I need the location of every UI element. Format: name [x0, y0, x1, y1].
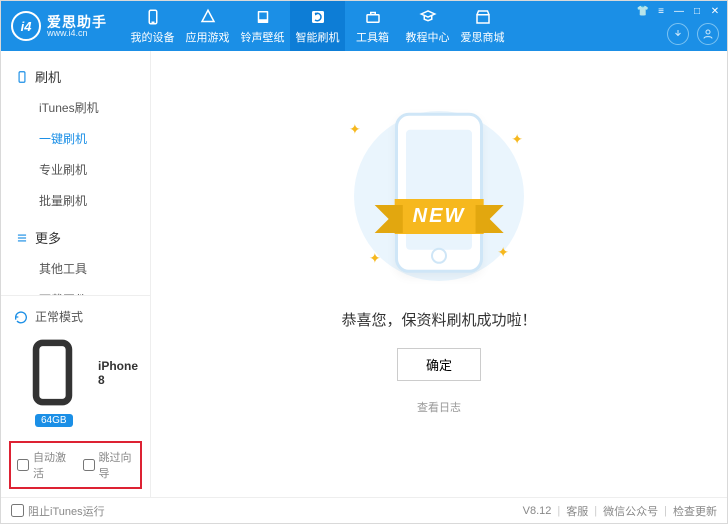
- window-controls: 👕 ≡ — □ ✕: [637, 5, 721, 17]
- tab-my-device[interactable]: 我的设备: [125, 1, 180, 51]
- sparkle-icon: ✦: [369, 250, 381, 267]
- menu-icon[interactable]: ≡: [655, 5, 667, 17]
- ribbon-text: NEW: [395, 199, 484, 234]
- success-message: 恭喜您，保资料刷机成功啦！: [341, 309, 536, 330]
- user-icon: [702, 28, 714, 40]
- tab-label: 我的设备: [131, 29, 175, 45]
- tab-ringtones[interactable]: 铃声壁纸: [235, 1, 290, 51]
- brand-name: 爱思助手: [47, 15, 107, 29]
- sidebar-group-title: 更多: [35, 228, 61, 247]
- tab-label: 智能刷机: [296, 29, 340, 45]
- tab-label: 教程中心: [406, 29, 450, 45]
- device-mode-label: 正常模式: [35, 308, 83, 325]
- checkbox-label: 阻止iTunes运行: [28, 503, 105, 519]
- checkbox-label: 跳过向导: [99, 449, 135, 481]
- sidebar: 刷机 iTunes刷机 一键刷机 专业刷机 批量刷机 更多 其他工具 下载固件 …: [1, 51, 151, 497]
- device-mode-row[interactable]: 正常模式: [13, 304, 138, 329]
- tab-toolbox[interactable]: 工具箱: [345, 1, 400, 51]
- status-bar: 阻止iTunes运行 V8.12 | 客服 | 微信公众号 | 检查更新: [1, 497, 727, 523]
- checkbox-input[interactable]: [11, 504, 24, 517]
- version-label: V8.12: [523, 505, 552, 517]
- tab-label: 工具箱: [356, 29, 389, 45]
- minimize-icon[interactable]: —: [673, 5, 685, 17]
- sidebar-item-batch-flash[interactable]: 批量刷机: [1, 185, 150, 216]
- sidebar-device-panel: 正常模式 iPhone 8 64GB: [1, 295, 150, 435]
- footer-link-support[interactable]: 客服: [566, 503, 588, 519]
- sidebar-item-itunes-flash[interactable]: iTunes刷机: [1, 92, 150, 123]
- apps-icon: [199, 8, 217, 26]
- tab-tutorials[interactable]: 教程中心: [400, 1, 455, 51]
- sparkle-icon: ✦: [497, 244, 509, 261]
- download-icon: [672, 28, 684, 40]
- brand-url: www.i4.cn: [47, 29, 107, 38]
- flash-icon: [309, 8, 327, 26]
- sidebar-group-title: 刷机: [35, 67, 61, 86]
- toolbox-icon: [364, 8, 382, 26]
- phone-illustration: [395, 113, 483, 273]
- sidebar-group-more: 更多 其他工具 下载固件 高级功能: [1, 222, 150, 295]
- sidebar-item-download-firmware[interactable]: 下载固件: [1, 284, 150, 295]
- tab-store[interactable]: 爱思商城: [455, 1, 510, 51]
- checkbox-skip-guide[interactable]: 跳过向导: [83, 449, 135, 481]
- sparkle-icon: ✦: [349, 121, 361, 138]
- close-icon[interactable]: ✕: [709, 5, 721, 17]
- ok-button[interactable]: 确定: [397, 348, 481, 381]
- maximize-icon[interactable]: □: [691, 5, 703, 17]
- account-button[interactable]: [697, 23, 719, 45]
- tab-label: 铃声壁纸: [241, 29, 285, 45]
- download-button[interactable]: [667, 23, 689, 45]
- tab-label: 应用游戏: [186, 29, 230, 45]
- tab-smart-flash[interactable]: 智能刷机: [290, 1, 345, 51]
- title-bar: i4 爱思助手 www.i4.cn 我的设备 应用游戏 铃声壁纸 智能刷机: [1, 1, 727, 51]
- more-icon: [15, 231, 29, 245]
- logo-icon: i4: [11, 11, 41, 41]
- view-log-link[interactable]: 查看日志: [417, 399, 461, 415]
- footer-link-wechat[interactable]: 微信公众号: [603, 503, 658, 519]
- checkbox-input[interactable]: [83, 459, 95, 471]
- device-name: iPhone 8: [98, 359, 138, 387]
- footer-link-update[interactable]: 检查更新: [673, 503, 717, 519]
- tab-label: 爱思商城: [461, 29, 505, 45]
- main-tabs: 我的设备 应用游戏 铃声壁纸 智能刷机 工具箱 教程中心: [125, 1, 510, 51]
- sidebar-item-pro-flash[interactable]: 专业刷机: [1, 154, 150, 185]
- new-ribbon: NEW: [395, 199, 484, 234]
- user-controls: [667, 23, 719, 45]
- checkbox-auto-activate[interactable]: 自动激活: [17, 449, 69, 481]
- checkbox-label: 自动激活: [33, 449, 69, 481]
- checkbox-block-itunes[interactable]: 阻止iTunes运行: [11, 503, 105, 519]
- phone-icon: [144, 8, 162, 26]
- success-illustration: ✦ ✦ ✦ ✦ NEW: [329, 101, 549, 291]
- flash-options-box: 自动激活 跳过向导: [9, 441, 142, 489]
- sidebar-item-other-tools[interactable]: 其他工具: [1, 253, 150, 284]
- tab-apps-games[interactable]: 应用游戏: [180, 1, 235, 51]
- device-row[interactable]: iPhone 8: [13, 329, 138, 412]
- refresh-icon: [13, 309, 29, 325]
- wallpaper-icon: [254, 8, 272, 26]
- store-icon: [474, 8, 492, 26]
- tshirt-icon[interactable]: 👕: [637, 5, 649, 17]
- phone-outline-icon: [15, 70, 29, 84]
- sparkle-icon: ✦: [511, 131, 523, 148]
- checkbox-input[interactable]: [17, 459, 29, 471]
- device-icon: [13, 333, 92, 412]
- tutorial-icon: [419, 8, 437, 26]
- sidebar-group-flash: 刷机 iTunes刷机 一键刷机 专业刷机 批量刷机: [1, 61, 150, 216]
- app-logo: i4 爱思助手 www.i4.cn: [11, 11, 107, 41]
- sidebar-item-oneclick-flash[interactable]: 一键刷机: [1, 123, 150, 154]
- storage-badge: 64GB: [35, 414, 73, 427]
- main-panel: ✦ ✦ ✦ ✦ NEW 恭喜您，保资料刷机成功啦！ 确定 查看日志: [151, 51, 727, 497]
